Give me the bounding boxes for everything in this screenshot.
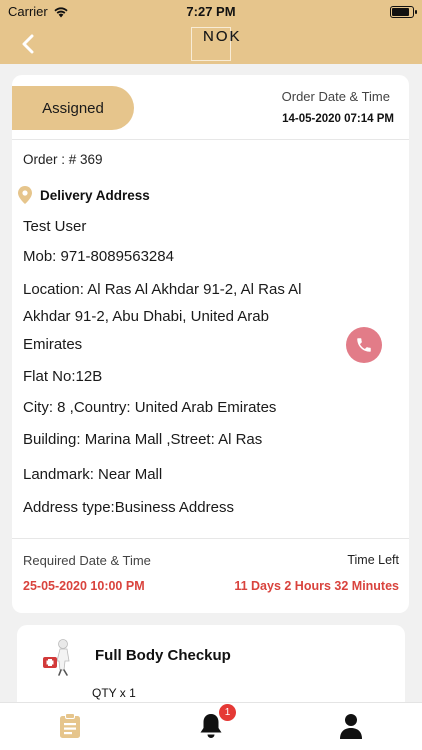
chevron-left-icon bbox=[22, 34, 34, 54]
order-card: Assigned Order Date & Time 14-05-2020 07… bbox=[12, 75, 409, 613]
notification-count-badge: 1 bbox=[219, 704, 236, 721]
location-line-1: Location: Al Ras Al Akhdar 91-2, Al Ras … bbox=[23, 281, 302, 298]
order-date-label: Order Date & Time bbox=[281, 89, 390, 104]
time-left-label: Time Left bbox=[347, 553, 399, 567]
logo-line-bottom: NOK bbox=[203, 28, 242, 45]
location-line-3: Emirates bbox=[23, 336, 83, 353]
landmark: Landmark: Near Mall bbox=[23, 466, 163, 483]
required-date-value: 25-05-2020 10:00 PM bbox=[23, 579, 145, 593]
call-button[interactable] bbox=[346, 327, 382, 363]
item-name: Full Body Checkup bbox=[95, 647, 231, 664]
tab-profile[interactable] bbox=[336, 711, 366, 741]
city-country: City: 8 ,Country: United Arab Emirates bbox=[23, 399, 277, 416]
building-street: Building: Marina Mall ,Street: Al Ras bbox=[23, 431, 263, 448]
back-button[interactable] bbox=[14, 30, 42, 58]
status-bar: Carrier 7:27 PM bbox=[0, 0, 422, 24]
header-divider bbox=[12, 139, 409, 140]
item-quantity: QTY x 1 bbox=[92, 686, 136, 700]
delivery-address-title: Delivery Address bbox=[40, 187, 150, 203]
required-date-label: Required Date & Time bbox=[23, 553, 151, 568]
location-line-2: Akhdar 91-2, Abu Dhabi, United Arab bbox=[23, 308, 269, 325]
mobile-number: Mob: 971-8089563284 bbox=[23, 248, 174, 265]
customer-name: Test User bbox=[23, 218, 87, 235]
status-badge: Assigned bbox=[12, 86, 134, 130]
address-type: Address type:Business Address bbox=[23, 499, 234, 516]
footer-divider bbox=[12, 538, 409, 539]
order-date-value: 14-05-2020 07:14 PM bbox=[282, 113, 394, 125]
nav-bar: NOK NOK bbox=[0, 24, 422, 64]
user-icon bbox=[340, 714, 362, 739]
delivery-address-header: Delivery Address bbox=[18, 186, 150, 204]
phone-icon bbox=[357, 338, 371, 352]
time-left-value: 11 Days 2 Hours 32 Minutes bbox=[234, 579, 399, 593]
location-pin-icon bbox=[18, 186, 32, 204]
app-logo: NOK NOK bbox=[191, 27, 240, 61]
status-time: 7:27 PM bbox=[186, 4, 236, 19]
tab-orders[interactable] bbox=[55, 711, 85, 741]
flat-number: Flat No:12B bbox=[23, 368, 103, 385]
battery-icon bbox=[390, 6, 417, 18]
order-number: Order : # 369 bbox=[23, 152, 103, 167]
medical-figure-icon bbox=[43, 639, 70, 676]
clipboard-icon bbox=[60, 713, 80, 738]
tab-bar bbox=[0, 702, 422, 750]
